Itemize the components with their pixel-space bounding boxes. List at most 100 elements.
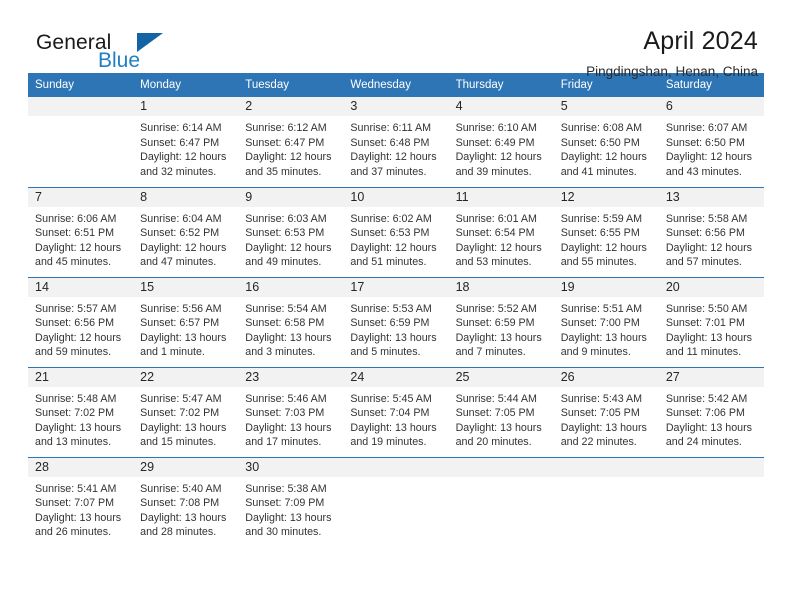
day-details: Sunrise: 6:06 AM Sunset: 6:51 PM Dayligh… [28,207,133,270]
day-cell[interactable]: 11 Sunrise: 6:01 AM Sunset: 6:54 PM Dayl… [448,186,554,277]
day-cell[interactable]: 6 Sunrise: 6:07 AM Sunset: 6:50 PM Dayli… [658,97,764,187]
daylight-text-line1: Daylight: 13 hours [35,511,122,524]
day-details: Sunrise: 6:04 AM Sunset: 6:52 PM Dayligh… [133,207,238,270]
day-details: Sunrise: 6:10 AM Sunset: 6:49 PM Dayligh… [449,116,554,179]
day-cell[interactable]: 5 Sunrise: 6:08 AM Sunset: 6:50 PM Dayli… [553,97,659,187]
daylight-text-line2: and 7 minutes. [455,346,526,359]
daylight-text-line1: Daylight: 13 hours [350,331,437,344]
day-cell[interactable]: 21 Sunrise: 5:48 AM Sunset: 7:02 PM Dayl… [28,366,134,457]
general-blue-logo[interactable]: General Blue [36,32,256,78]
day-details: Sunrise: 5:54 AM Sunset: 6:58 PM Dayligh… [238,297,343,360]
sunset-text: Sunset: 7:01 PM [665,317,745,330]
day-cell[interactable]: 14 Sunrise: 5:57 AM Sunset: 6:56 PM Dayl… [28,276,134,367]
day-cell[interactable]: 4 Sunrise: 6:10 AM Sunset: 6:49 PM Dayli… [448,97,554,187]
daylight-text-line1: Daylight: 13 hours [455,331,542,344]
day-cell[interactable]: 27 Sunrise: 5:42 AM Sunset: 7:06 PM Dayl… [658,366,764,457]
sunset-text: Sunset: 7:00 PM [560,317,640,330]
sunset-text: Sunset: 6:59 PM [455,317,535,330]
sunset-text: Sunset: 6:57 PM [140,317,220,330]
sunset-text: Sunset: 6:50 PM [560,136,640,149]
day-details: Sunrise: 5:56 AM Sunset: 6:57 PM Dayligh… [133,297,238,360]
daylight-text-line1: Daylight: 13 hours [455,421,542,434]
day-cell[interactable] [28,97,134,187]
sunrise-text: Sunrise: 5:38 AM [245,482,327,495]
sunrise-text: Sunrise: 6:08 AM [560,122,643,134]
day-cell[interactable]: 29 Sunrise: 5:40 AM Sunset: 7:08 PM Dayl… [133,456,239,549]
day-cell[interactable]: 8 Sunrise: 6:04 AM Sunset: 6:52 PM Dayli… [133,186,239,277]
day-cell[interactable]: 12 Sunrise: 5:59 AM Sunset: 6:55 PM Dayl… [553,186,659,277]
day-details: Sunrise: 5:41 AM Sunset: 7:07 PM Dayligh… [28,477,133,540]
day-cell[interactable]: 25 Sunrise: 5:44 AM Sunset: 7:05 PM Dayl… [448,366,554,457]
daylight-text-line1: Daylight: 12 hours [35,241,122,254]
sunset-text: Sunset: 6:54 PM [455,227,535,240]
sunrise-sunset-calendar: Sunday Monday Tuesday Wednesday Thursday… [28,73,764,549]
daylight-text-line1: Daylight: 12 hours [455,241,542,254]
sunset-text: Sunset: 6:49 PM [455,136,535,149]
day-number: 8 [133,187,239,207]
day-cell[interactable] [448,456,554,549]
day-number: 27 [658,367,764,387]
day-cell[interactable]: 9 Sunrise: 6:03 AM Sunset: 6:53 PM Dayli… [238,186,344,277]
day-cell[interactable]: 20 Sunrise: 5:50 AM Sunset: 7:01 PM Dayl… [658,276,764,367]
day-details: Sunrise: 5:57 AM Sunset: 6:56 PM Dayligh… [28,297,133,360]
day-cell[interactable]: 15 Sunrise: 5:56 AM Sunset: 6:57 PM Dayl… [133,276,239,367]
sunrise-text: Sunrise: 5:44 AM [455,392,537,405]
day-cell[interactable]: 17 Sunrise: 5:53 AM Sunset: 6:59 PM Dayl… [343,276,449,367]
daylight-text-line1: Daylight: 12 hours [665,151,752,164]
day-number: 26 [553,367,659,387]
daylight-text-line2: and 55 minutes. [560,256,637,269]
daylight-text-line1: Daylight: 13 hours [560,331,647,344]
day-number: 17 [343,277,449,297]
day-cell[interactable]: 18 Sunrise: 5:52 AM Sunset: 6:59 PM Dayl… [448,276,554,367]
daylight-text-line2: and 20 minutes. [455,436,532,449]
sunset-text: Sunset: 7:05 PM [560,407,640,420]
sunrise-text: Sunrise: 6:11 AM [350,122,432,134]
daylight-text-line2: and 9 minutes. [560,346,631,359]
day-cell[interactable]: 23 Sunrise: 5:46 AM Sunset: 7:03 PM Dayl… [238,366,344,457]
calendar-week-row: 14 Sunrise: 5:57 AM Sunset: 6:56 PM Dayl… [28,276,764,367]
day-cell[interactable]: 22 Sunrise: 5:47 AM Sunset: 7:02 PM Dayl… [133,366,239,457]
day-cell[interactable]: 1 Sunrise: 6:14 AM Sunset: 6:47 PM Dayli… [133,97,239,187]
sunset-text: Sunset: 6:47 PM [140,136,220,149]
day-cell[interactable]: 7 Sunrise: 6:06 AM Sunset: 6:51 PM Dayli… [28,186,134,277]
day-cell[interactable] [553,456,659,549]
day-cell[interactable]: 28 Sunrise: 5:41 AM Sunset: 7:07 PM Dayl… [28,456,134,549]
day-number [28,97,134,116]
day-cell[interactable]: 16 Sunrise: 5:54 AM Sunset: 6:58 PM Dayl… [238,276,344,367]
day-number: 6 [658,97,764,116]
day-cell[interactable]: 24 Sunrise: 5:45 AM Sunset: 7:04 PM Dayl… [343,366,449,457]
day-cell[interactable]: 19 Sunrise: 5:51 AM Sunset: 7:00 PM Dayl… [553,276,659,367]
day-number: 23 [238,367,344,387]
sunrise-text: Sunrise: 6:14 AM [140,122,222,134]
day-cell[interactable] [343,456,449,549]
day-cell[interactable] [658,456,764,549]
calendar-week-row: 1 Sunrise: 6:14 AM Sunset: 6:47 PM Dayli… [28,97,764,187]
daylight-text-line1: Daylight: 12 hours [140,151,227,164]
daylight-text-line2: and 45 minutes. [35,256,112,269]
daylight-text-line2: and 28 minutes. [140,526,217,539]
day-details [449,477,554,482]
calendar-week-row: 28 Sunrise: 5:41 AM Sunset: 7:07 PM Dayl… [28,456,764,549]
daylight-text-line1: Daylight: 13 hours [350,421,437,434]
day-cell[interactable]: 2 Sunrise: 6:12 AM Sunset: 6:47 PM Dayli… [238,97,344,187]
sunrise-text: Sunrise: 6:01 AM [455,212,537,225]
daylight-text-line1: Daylight: 13 hours [140,421,227,434]
day-number: 9 [238,187,344,207]
day-cell[interactable]: 3 Sunrise: 6:11 AM Sunset: 6:48 PM Dayli… [343,97,449,187]
sunrise-text: Sunrise: 6:02 AM [350,212,432,225]
day-cell[interactable]: 13 Sunrise: 5:58 AM Sunset: 6:56 PM Dayl… [658,186,764,277]
sunrise-text: Sunrise: 6:07 AM [665,122,748,134]
sunrise-text: Sunrise: 5:58 AM [665,212,748,225]
daylight-text-line1: Daylight: 12 hours [140,241,227,254]
day-number: 30 [238,457,344,477]
day-cell[interactable]: 26 Sunrise: 5:43 AM Sunset: 7:05 PM Dayl… [553,366,659,457]
daylight-text-line2: and 41 minutes. [560,165,637,178]
daylight-text-line2: and 35 minutes. [245,165,322,178]
sunrise-text: Sunrise: 5:56 AM [140,302,222,315]
daylight-text-line2: and 37 minutes. [350,165,427,178]
day-cell[interactable]: 10 Sunrise: 6:02 AM Sunset: 6:53 PM Dayl… [343,186,449,277]
day-details: Sunrise: 5:44 AM Sunset: 7:05 PM Dayligh… [449,387,554,450]
page-header: General Blue April 2024 Pingdingshan, He… [28,0,764,79]
day-details: Sunrise: 5:45 AM Sunset: 7:04 PM Dayligh… [343,387,448,450]
day-cell[interactable]: 30 Sunrise: 5:38 AM Sunset: 7:09 PM Dayl… [238,456,344,549]
